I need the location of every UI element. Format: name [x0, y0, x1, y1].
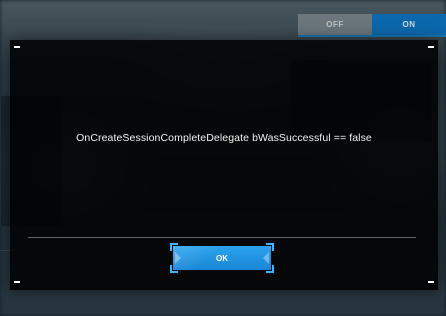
- ok-button[interactable]: OK: [173, 246, 271, 270]
- dialog-corner-marker: [428, 46, 434, 48]
- ok-button-label: OK: [216, 253, 228, 263]
- arrow-decoration-icon: [175, 252, 181, 264]
- dialog-corner-marker: [14, 46, 20, 48]
- ok-button-frame: OK: [170, 243, 274, 273]
- error-dialog: OnCreateSessionCompleteDelegate bWasSucc…: [10, 40, 438, 290]
- dialog-divider: [28, 237, 416, 238]
- dialog-corner-marker: [428, 281, 434, 283]
- dialog-corner-marker: [14, 281, 20, 283]
- error-message: OnCreateSessionCompleteDelegate bWasSucc…: [76, 132, 372, 144]
- arrow-decoration-icon: [263, 252, 269, 264]
